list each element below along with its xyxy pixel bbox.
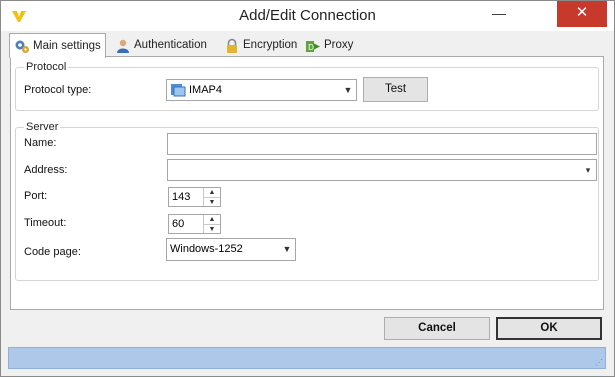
timeout-value: 60 — [172, 218, 185, 230]
name-field[interactable] — [167, 133, 597, 155]
chevron-down-icon[interactable]: ▼ — [204, 198, 220, 208]
chevron-up-icon[interactable]: ▲ — [204, 188, 220, 198]
tab-label: Encryption — [243, 39, 298, 51]
tab-label: Proxy — [324, 39, 354, 51]
server-legend: Server — [26, 121, 59, 133]
address-label: Address: — [24, 164, 68, 176]
tab-label: Main settings — [33, 39, 101, 52]
window-title: Add/Edit Connection — [239, 7, 376, 24]
chevron-up-icon[interactable]: ▲ — [204, 215, 220, 225]
minimize-button[interactable]: — — [479, 1, 519, 27]
tab-proxy[interactable]: D Proxy — [301, 35, 357, 56]
port-stepper[interactable]: 143 ▲ ▼ — [168, 187, 221, 207]
proxy-icon: D — [306, 40, 320, 52]
port-label: Port: — [24, 190, 48, 202]
status-bar: ⋰ — [8, 347, 606, 369]
timeout-stepper[interactable]: 60 ▲ ▼ — [168, 214, 221, 234]
resize-grip-icon[interactable]: ⋰ — [595, 358, 603, 367]
button-bar: Cancel OK — [1, 309, 614, 349]
protocol-type-value: IMAP4 — [189, 84, 223, 96]
port-spin-buttons[interactable]: ▲ ▼ — [203, 188, 220, 206]
chevron-down-icon: ▼ — [282, 244, 292, 254]
user-icon — [117, 39, 129, 53]
main-settings-panel: Protocol Protocol type: IMAP4 ▼ Test Ser… — [10, 56, 604, 310]
timeout-label: Timeout: — [24, 217, 67, 229]
tab-main-settings[interactable]: Main settings — [9, 33, 106, 58]
codepage-select[interactable]: Windows-1252 ▼ — [166, 238, 296, 261]
protocol-icon — [171, 84, 186, 97]
gear-icon — [15, 40, 29, 53]
codepage-label: Code page: — [24, 246, 81, 258]
timeout-spin-buttons[interactable]: ▲ ▼ — [203, 215, 220, 233]
close-button[interactable]: ✕ — [557, 1, 607, 27]
chevron-down-icon[interactable]: ▼ — [204, 225, 220, 235]
lock-icon — [227, 38, 237, 53]
title-bar[interactable]: Add/Edit Connection — ✕ — [1, 1, 614, 31]
chevron-down-icon: ▼ — [343, 85, 353, 95]
port-value: 143 — [172, 191, 191, 203]
test-button[interactable]: Test — [363, 77, 428, 102]
tab-strip: Main settings Authentication Encryption … — [9, 33, 607, 58]
codepage-value: Windows-1252 — [170, 243, 243, 255]
dialog-window: Add/Edit Connection — ✕ Main settings Au… — [0, 0, 615, 377]
ok-button[interactable]: OK — [496, 317, 602, 340]
address-combobox[interactable]: ▾ — [167, 159, 597, 181]
tab-authentication[interactable]: Authentication — [111, 35, 211, 56]
tab-encryption[interactable]: Encryption — [220, 35, 301, 56]
protocol-type-label: Protocol type: — [24, 84, 92, 96]
cancel-button[interactable]: Cancel — [384, 317, 490, 340]
protocol-type-select[interactable]: IMAP4 ▼ — [166, 79, 357, 101]
svg-text:D: D — [308, 43, 314, 52]
protocol-legend: Protocol — [26, 61, 67, 73]
chevron-down-icon: ▾ — [585, 165, 591, 175]
name-label: Name: — [24, 137, 57, 149]
tab-label: Authentication — [134, 39, 207, 51]
